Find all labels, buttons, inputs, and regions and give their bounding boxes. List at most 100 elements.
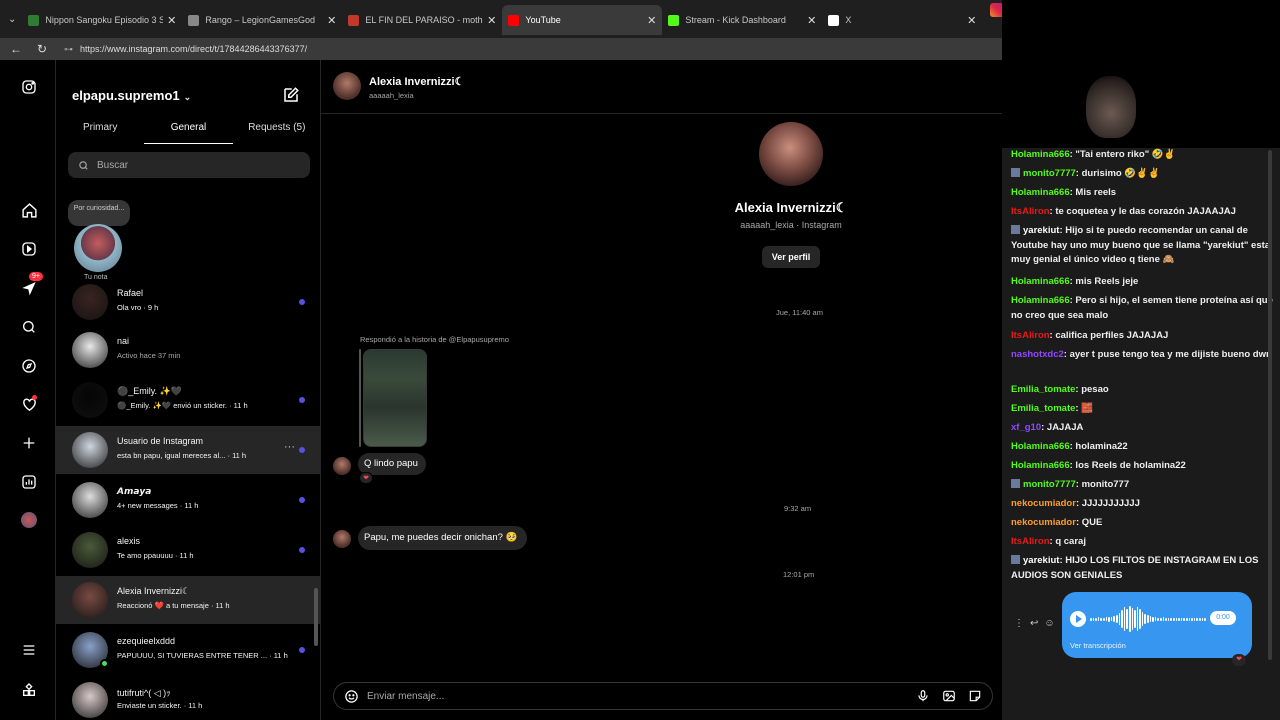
chat-username[interactable]: yarekiut [1023, 555, 1059, 566]
note-avatar[interactable] [74, 224, 122, 272]
browser-tab[interactable]: EL FIN DEL PARAISO - mothman ✕ [342, 5, 502, 35]
message-bubble[interactable]: Papu, me puedes decir onichan? 🥺 [358, 526, 528, 550]
account-switcher[interactable]: elpapu.supremo1 ⌄ [72, 88, 191, 103]
messages-icon[interactable]: 9+ [18, 272, 43, 299]
chat-username[interactable]: ItsAliron [1011, 330, 1050, 341]
chat-username[interactable]: ItsAliron [1011, 206, 1050, 217]
thread-item[interactable]: alexis Te amo ppauuuu · 11 h [56, 526, 320, 574]
thread-item[interactable]: Alexia Invernizzi☾ Reaccionó ❤️ a tu mens… [56, 576, 320, 624]
thread-item[interactable]: nai Activo hace 37 min [56, 326, 320, 374]
stream-chat-scrollbar[interactable] [1266, 150, 1274, 668]
reels-icon[interactable] [18, 238, 40, 260]
sticker-icon[interactable] [966, 687, 984, 705]
waveform-bar [1108, 616, 1110, 622]
react-emoji-icon[interactable]: ☺ [1044, 618, 1054, 629]
chat-username[interactable]: Holamina666 [1011, 276, 1070, 287]
thread-item[interactable]: ⚫_Emily. ✨🖤 ⚫_Emily. ✨🖤 envió un sticker.… [56, 376, 320, 424]
chat-username[interactable]: Holamina666 [1011, 295, 1070, 306]
close-tab-icon[interactable]: ✕ [167, 14, 176, 27]
chat-username[interactable]: Holamina666 [1011, 149, 1070, 160]
thread-item[interactable]: Rafael Ola vro · 9 h [56, 278, 320, 326]
chat-username[interactable]: nekocumiador [1011, 498, 1076, 509]
thread-item[interactable]: tutifruti^( ◁ )ｯ Enviaste un sticker. · 1… [56, 676, 320, 720]
chat-text: : monito777 [1075, 479, 1130, 490]
heart-reaction-icon[interactable]: ❤ [359, 472, 373, 484]
search-nav-icon[interactable] [18, 316, 40, 338]
tab-title: Stream - Kick Dashboard [685, 15, 786, 25]
close-tab-icon[interactable]: ✕ [807, 14, 816, 27]
close-tab-icon[interactable]: ✕ [647, 14, 656, 27]
chat-username[interactable]: monito7777 [1023, 479, 1076, 490]
chat-username[interactable]: ItsAliron [1011, 536, 1050, 547]
home-icon[interactable] [18, 199, 40, 221]
search-input[interactable]: Buscar [68, 152, 310, 178]
more-options-icon[interactable]: ⋮ [1014, 618, 1024, 629]
message-composer[interactable]: Enviar mensaje... [333, 682, 993, 710]
tab-general[interactable]: General [144, 116, 233, 144]
audio-message[interactable]: 0:00 Ver transcripción [1062, 592, 1252, 658]
also-from-meta-icon[interactable] [18, 679, 40, 701]
reload-icon[interactable]: ↻ [32, 42, 52, 56]
back-icon[interactable]: ← [6, 42, 26, 56]
chat-username[interactable]: monito7777 [1023, 168, 1076, 179]
close-tab-icon[interactable]: ✕ [327, 14, 336, 27]
microphone-icon[interactable] [914, 687, 932, 705]
view-profile-button[interactable]: Ver perfil [762, 246, 820, 268]
more-options-icon[interactable]: ··· [284, 441, 295, 453]
stream-chat-log: Holamina666: "Tai entero riko" 🤣✌️ monito… [1002, 148, 1273, 588]
thread-item[interactable]: Usuario de Instagram esta bn papu, igual … [56, 426, 320, 474]
explore-icon[interactable] [18, 355, 40, 377]
browser-tab[interactable]: Nippon Sangoku Episodio 3 Sub E✕ [22, 5, 182, 35]
chat-message: nashotxdc2: ayer t puse tengo tea y me d… [1011, 348, 1273, 363]
new-message-icon[interactable] [282, 86, 300, 104]
chat-username[interactable]: yarekiut [1023, 225, 1059, 236]
notifications-heart-icon[interactable] [18, 393, 40, 415]
note-bubble[interactable]: Por curiosidad... [68, 200, 130, 226]
inbox-scrollbar[interactable] [314, 588, 318, 646]
heart-reaction-icon[interactable]: ❤ [1232, 654, 1246, 666]
close-tab-icon[interactable]: ✕ [487, 14, 496, 27]
tab-requests[interactable]: Requests (5) [233, 116, 320, 144]
reply-icon[interactable]: ↩ [1030, 618, 1038, 629]
chat-username[interactable]: nashotxdc2 [1011, 349, 1064, 360]
chat-username[interactable]: Holamina666 [1011, 460, 1070, 471]
create-icon[interactable] [18, 432, 40, 454]
profile-avatar-icon[interactable] [18, 509, 40, 531]
close-tab-icon[interactable]: ✕ [967, 14, 976, 27]
thread-avatar [72, 682, 108, 718]
browser-tab[interactable]: YouTube ✕ [502, 5, 663, 35]
image-icon[interactable] [940, 687, 958, 705]
chat-username[interactable]: Holamina666 [1011, 187, 1070, 198]
browser-tab[interactable]: Rango – LegionGamesGod ✕ [182, 5, 342, 35]
chat-username[interactable]: xf_g10 [1011, 422, 1041, 433]
audio-waveform[interactable] [1090, 606, 1206, 632]
chat-username[interactable]: Emilia_tomate [1011, 384, 1075, 395]
instagram-logo-icon[interactable] [18, 76, 40, 98]
scroll-thumb[interactable] [1268, 150, 1272, 660]
story-thumbnail[interactable] [363, 349, 427, 447]
tab-primary[interactable]: Primary [56, 116, 144, 144]
waveform-bar [1121, 610, 1123, 628]
header-avatar[interactable] [333, 72, 361, 100]
stream-overlay: Holamina666: "Tai entero riko" 🤣✌️ monito… [1002, 0, 1280, 720]
browser-tab[interactable]: Stream - Kick Dashboard ✕ [662, 5, 822, 35]
thread-item[interactable]: ezequieelxddd PAPUUUU, SI TUVIERAS ENTRE … [56, 626, 320, 674]
emoji-icon[interactable] [344, 689, 359, 704]
chat-username[interactable]: Holamina666 [1011, 441, 1070, 452]
site-info-icon[interactable]: ⊶ [64, 44, 76, 55]
header-name[interactable]: Alexia Invernizzi☾ [369, 75, 464, 88]
chat-text: : JAJAJA [1041, 422, 1084, 433]
waveform-bar [1097, 617, 1100, 621]
chat-message: xf_g10: JAJAJA [1011, 421, 1273, 436]
menu-icon[interactable] [18, 639, 40, 661]
tab-search-icon[interactable]: ⌄ [8, 9, 16, 29]
browser-tab[interactable]: X ✕ [822, 5, 982, 35]
play-icon[interactable] [1070, 611, 1086, 627]
thread-item[interactable]: 𝘼𝙢𝙖𝙮𝙖 4+ new messages · 11 h [56, 476, 320, 524]
profile-avatar[interactable] [759, 122, 823, 186]
chat-username[interactable]: nekocumiador [1011, 517, 1076, 528]
view-transcription-link[interactable]: Ver transcripción [1070, 641, 1126, 650]
dashboard-icon[interactable] [18, 471, 40, 493]
url-field[interactable]: ⊶ https://www.instagram.com/direct/t/178… [60, 40, 1002, 58]
chat-username[interactable]: Emilia_tomate [1011, 403, 1075, 414]
